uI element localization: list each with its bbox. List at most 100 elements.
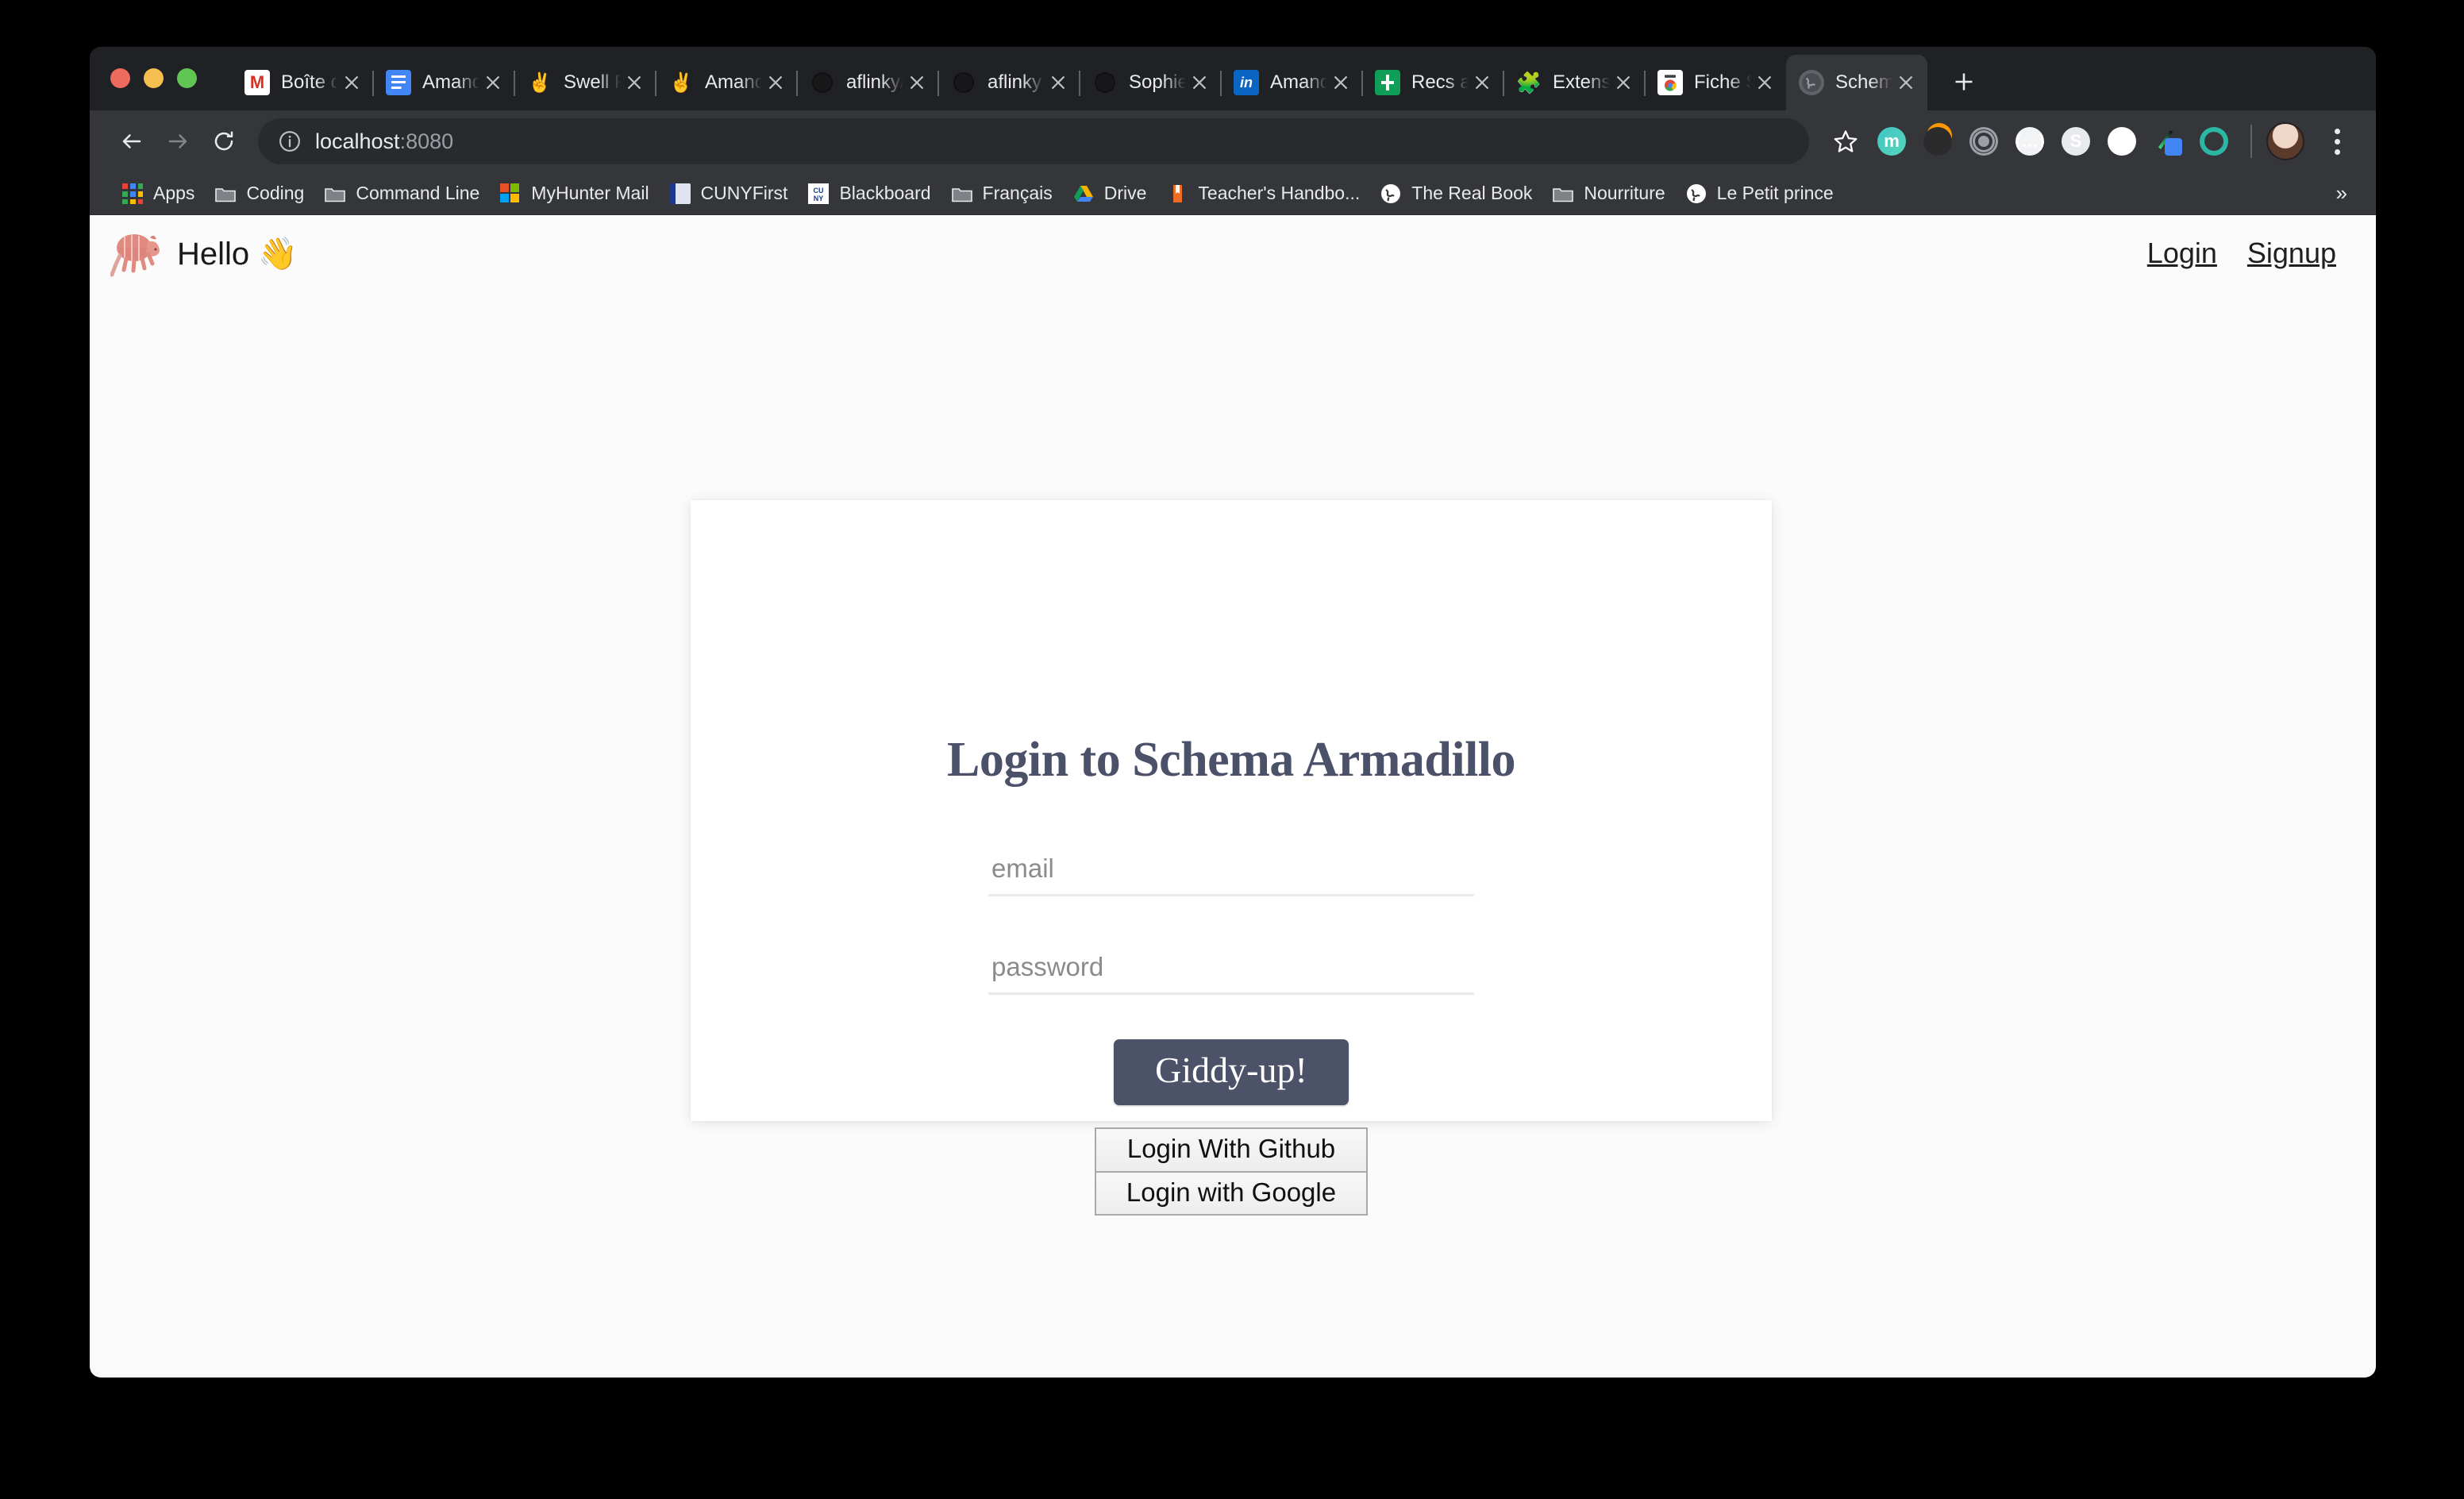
bookmark-teachers-handbook[interactable]: Teacher's Handbo... (1157, 179, 1370, 208)
close-tab-icon[interactable] (1610, 69, 1637, 96)
submit-row: Giddy-up! (988, 1039, 1474, 1105)
bookmark-command-line[interactable]: Command Line (314, 179, 490, 208)
bookmarks-bar: Apps Coding Command Line MyHunter Mail C… (90, 172, 2376, 215)
bookmark-blackboard[interactable]: CU NY Blackboard (798, 179, 941, 208)
bookmark-nourriture[interactable]: Nourriture (1542, 179, 1675, 208)
star-icon (1831, 127, 1860, 156)
google-sheets-icon (1375, 70, 1400, 95)
reload-button[interactable] (201, 118, 247, 164)
bookmark-drive[interactable]: Drive (1063, 179, 1157, 208)
browser-tab-1[interactable]: Amanda (372, 55, 514, 110)
chrome-menu-button[interactable] (2317, 119, 2357, 164)
close-tab-icon[interactable] (762, 69, 789, 96)
bookmarks-overflow-button[interactable]: » (2328, 181, 2355, 206)
address-bar[interactable]: localhost:8080 (258, 118, 1809, 164)
site-info-icon[interactable] (277, 129, 302, 154)
login-with-google-button[interactable]: Login with Google (1095, 1172, 1368, 1216)
puzzle-piece-icon: 🧩 (1516, 70, 1542, 94)
browser-tab-8[interactable]: Recs an (1361, 55, 1503, 110)
browser-tab-6[interactable]: SophieM (1079, 55, 1221, 110)
nav-link-login[interactable]: Login (2147, 237, 2217, 270)
bookmark-apps[interactable]: Apps (112, 179, 205, 208)
close-tab-icon[interactable] (1045, 69, 1072, 96)
close-tab-icon[interactable] (1751, 69, 1778, 96)
bookmark-label: Le Petit prince (1716, 183, 1834, 203)
tab-title: Fiche S (1694, 71, 1751, 93)
page-title: Login to Schema Armadillo (946, 733, 1516, 787)
tab-title: Boîte de (281, 71, 338, 93)
color-picker-extension-icon[interactable] (2146, 119, 2190, 164)
cuny-blackboard-icon: CU NY (808, 183, 830, 204)
minimize-window-button[interactable] (144, 67, 164, 88)
close-tab-icon[interactable] (621, 69, 648, 96)
forward-button[interactable] (155, 118, 201, 164)
browser-tab-2[interactable]: ✌ Swell Pe (514, 55, 656, 110)
s-glyph: S (2062, 127, 2090, 156)
login-form: Giddy-up! Login With Github Login with G… (988, 788, 1474, 1216)
bookmark-the-real-book[interactable]: The Real Book (1370, 179, 1542, 208)
browser-tab-7[interactable]: in Amanda (1220, 55, 1362, 110)
close-window-button[interactable] (110, 67, 130, 88)
tampermonkey-extension-icon[interactable]: ☺ (2100, 119, 2144, 164)
close-tab-icon[interactable] (479, 69, 506, 96)
avatar[interactable] (2266, 122, 2304, 160)
close-tab-icon[interactable] (1186, 69, 1213, 96)
password-input[interactable] (988, 941, 1474, 995)
bookmark-label: Teacher's Handbo... (1198, 183, 1361, 203)
bookmark-coding[interactable]: Coding (205, 179, 314, 208)
maximize-window-button[interactable] (177, 67, 197, 88)
bookmark-star-button[interactable] (1823, 119, 1868, 164)
browser-tab-9[interactable]: 🧩 Extensio (1503, 55, 1645, 110)
email-input[interactable] (988, 842, 1474, 896)
browser-tab-11-active[interactable]: Schema (1786, 55, 1927, 110)
github-icon (951, 70, 976, 95)
tab-title: Recs an (1411, 71, 1469, 93)
tab-title: aflinky/a (846, 71, 903, 93)
browser-tab-4[interactable]: aflinky/a (796, 55, 938, 110)
armadillo-logo (110, 227, 166, 279)
bookmark-label: Nourriture (1584, 183, 1665, 203)
url-port: :8080 (399, 129, 454, 153)
login-with-github-button[interactable]: Login With Github (1095, 1127, 1368, 1173)
mailtrack-extension-icon[interactable]: m (1869, 119, 1914, 164)
email-field-wrapper (988, 842, 1474, 896)
bookmark-francais[interactable]: Français (941, 179, 1063, 208)
tab-title: Amanda (1270, 71, 1327, 93)
submit-button[interactable]: Giddy-up! (1114, 1039, 1349, 1105)
monkey-glyph: ☺ (2108, 127, 2136, 156)
close-tab-icon[interactable] (1469, 69, 1496, 96)
tab-strip: Boîte de Amanda ✌ Swell Pe ✌ Amanda af (90, 47, 2376, 110)
url-text: localhost:8080 (315, 129, 453, 154)
bookmark-cunyfirst[interactable]: CUNYFirst (660, 179, 799, 208)
back-button[interactable] (109, 118, 155, 164)
bomb-extension-icon[interactable] (1915, 119, 1960, 164)
brand[interactable]: Hello 👋 (110, 227, 298, 279)
target-glyph (1969, 127, 1998, 156)
github-icon (1092, 70, 1118, 95)
close-tab-icon[interactable] (1892, 69, 1919, 96)
browser-tab-3[interactable]: ✌ Amanda (655, 55, 797, 110)
tab-title: Amanda (422, 71, 479, 93)
new-tab-button[interactable] (1940, 58, 1988, 106)
bookmark-label: MyHunter Mail (531, 183, 649, 203)
close-tab-icon[interactable] (903, 69, 930, 96)
mailtrack-glyph: m (1877, 127, 1906, 156)
browser-window: Boîte de Amanda ✌ Swell Pe ✌ Amanda af (90, 47, 2376, 1378)
eyedropper-glyph (2154, 127, 2182, 156)
sourcegraph-extension-icon[interactable]: S (2054, 119, 2098, 164)
json-viewer-extension-icon[interactable]: {…} (2008, 119, 2052, 164)
ring-extension-icon[interactable] (2192, 119, 2236, 164)
close-tab-icon[interactable] (1327, 69, 1354, 96)
bookmark-myhunter-mail[interactable]: MyHunter Mail (490, 179, 659, 208)
close-tab-icon[interactable] (338, 69, 365, 96)
site-nav: Login Signup (2147, 237, 2336, 270)
nav-link-signup[interactable]: Signup (2247, 237, 2336, 270)
target-extension-icon[interactable] (1962, 119, 2006, 164)
browser-tab-10[interactable]: Fiche S (1644, 55, 1786, 110)
bookmark-le-petit-prince[interactable]: Le Petit prince (1676, 179, 1844, 208)
browser-tab-0[interactable]: Boîte de (232, 55, 373, 110)
browser-tab-5[interactable]: aflinky (937, 55, 1080, 110)
github-icon (810, 70, 835, 95)
microsoft-icon (500, 183, 522, 204)
folder-icon (215, 183, 237, 204)
